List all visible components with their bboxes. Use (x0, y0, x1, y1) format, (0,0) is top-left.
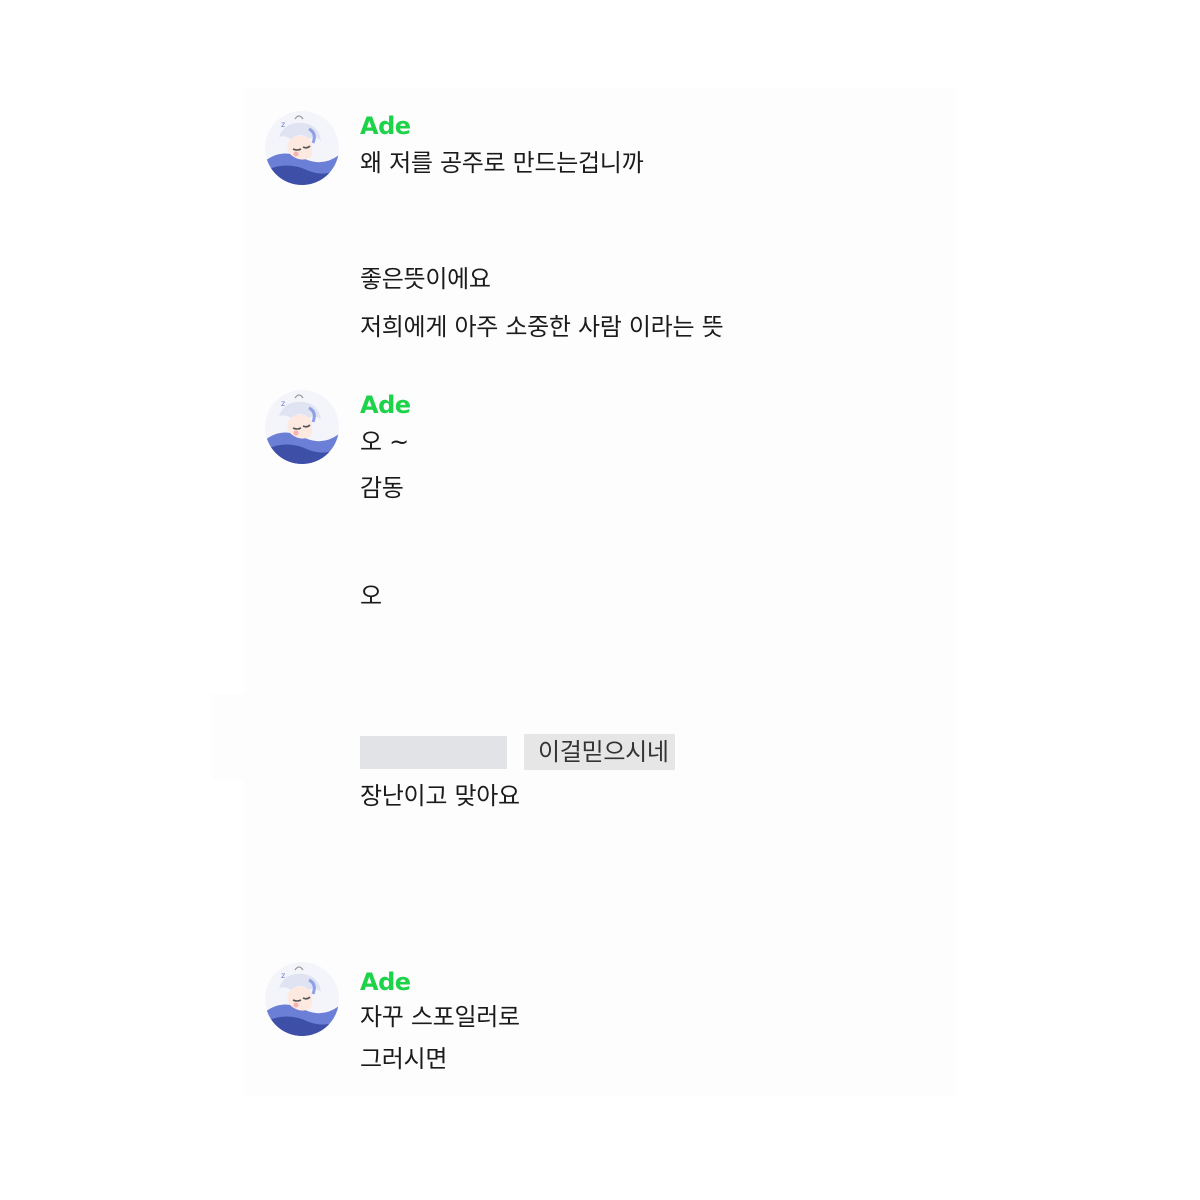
avatar-icon[interactable]: z (265, 390, 339, 464)
svg-text:z: z (281, 120, 285, 129)
redacted-text (360, 736, 507, 769)
chat-panel (244, 88, 956, 1096)
message-text: 좋은뜻이에요 (360, 265, 491, 293)
message-text: 왜 저를 공주로 만드는겁니까 (360, 149, 644, 177)
message-text: 자꾸 스포일러로 (360, 1003, 520, 1031)
highlighted-message-text: 이걸믿으시네 (524, 734, 675, 770)
sender-name[interactable]: Ade (360, 967, 411, 997)
avatar-icon[interactable]: z (265, 962, 339, 1036)
message-text: 오 (360, 582, 382, 610)
sender-name[interactable]: Ade (360, 111, 411, 141)
message-text: 그러시면 (360, 1045, 448, 1073)
message-text: 저희에게 아주 소중한 사람 이라는 뜻 (360, 313, 724, 341)
svg-text:z: z (281, 971, 285, 980)
message-text: 감동 (360, 474, 404, 502)
svg-text:z: z (281, 399, 285, 408)
message-text: 장난이고 맞아요 (360, 782, 520, 810)
avatar-icon[interactable]: z (265, 111, 339, 185)
sender-name[interactable]: Ade (360, 390, 411, 420)
message-text: 오 ~ (360, 428, 409, 456)
